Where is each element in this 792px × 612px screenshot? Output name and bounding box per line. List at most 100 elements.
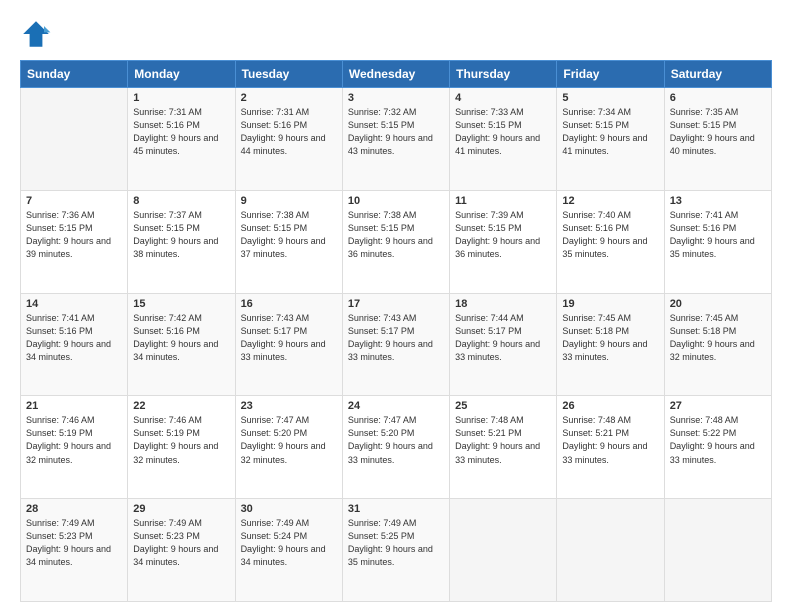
cell-content: Sunrise: 7:31 AMSunset: 5:16 PMDaylight:… [133, 106, 229, 158]
day-number: 12 [562, 195, 658, 207]
cell-content: Sunrise: 7:41 AMSunset: 5:16 PMDaylight:… [670, 209, 766, 261]
calendar-cell: 23 Sunrise: 7:47 AMSunset: 5:20 PMDayligh… [235, 396, 342, 499]
day-number: 4 [455, 92, 551, 104]
day-number: 23 [241, 400, 337, 412]
day-number: 25 [455, 400, 551, 412]
calendar-cell: 9 Sunrise: 7:38 AMSunset: 5:15 PMDaylight… [235, 190, 342, 293]
calendar-cell: 26Sunrise: 7:48 AMSunset: 5:21 PMDayligh… [557, 396, 664, 499]
cell-content: Sunrise: 7:42 AMSunset: 5:16 PMDaylight:… [133, 312, 229, 364]
cell-content: Sunrise: 7:49 AMSunset: 5:24 PMDaylight:… [241, 517, 337, 569]
cell-content: Sunrise: 7:41 AMSunset: 5:16 PMDaylight:… [26, 312, 122, 364]
day-number: 24 [348, 400, 444, 412]
cell-content: Sunrise: 7:37 AMSunset: 5:15 PMDaylight:… [133, 209, 229, 261]
cell-content: Sunrise: 7:48 AMSunset: 5:21 PMDaylight:… [455, 414, 551, 466]
calendar-cell: 13 Sunrise: 7:41 AMSunset: 5:16 PMDayligh… [664, 190, 771, 293]
calendar-week-row: 14 Sunrise: 7:41 AMSunset: 5:16 PMDayligh… [21, 293, 772, 396]
cell-content: Sunrise: 7:36 AMSunset: 5:15 PMDaylight:… [26, 209, 122, 261]
day-number: 29 [133, 503, 229, 515]
cell-content: Sunrise: 7:46 AMSunset: 5:19 PMDaylight:… [26, 414, 122, 466]
calendar-cell: 12 Sunrise: 7:40 AMSunset: 5:16 PMDayligh… [557, 190, 664, 293]
cell-content: Sunrise: 7:46 AMSunset: 5:19 PMDaylight:… [133, 414, 229, 466]
day-number: 30 [241, 503, 337, 515]
day-number: 5 [562, 92, 658, 104]
cell-content: Sunrise: 7:33 AMSunset: 5:15 PMDaylight:… [455, 106, 551, 158]
calendar-cell: 19Sunrise: 7:45 AMSunset: 5:18 PMDayligh… [557, 293, 664, 396]
calendar-cell: 16Sunrise: 7:43 AMSunset: 5:17 PMDayligh… [235, 293, 342, 396]
day-number: 9 [241, 195, 337, 207]
calendar-cell: 4 Sunrise: 7:33 AMSunset: 5:15 PMDaylight… [450, 88, 557, 191]
calendar-cell: 10 Sunrise: 7:38 AMSunset: 5:15 PMDayligh… [342, 190, 449, 293]
calendar-cell [450, 499, 557, 602]
day-number: 14 [26, 298, 122, 310]
calendar-cell [557, 499, 664, 602]
cell-content: Sunrise: 7:47 AMSunset: 5:20 PMDaylight:… [241, 414, 337, 466]
calendar-cell: 17Sunrise: 7:43 AMSunset: 5:17 PMDayligh… [342, 293, 449, 396]
calendar-cell: 30 Sunrise: 7:49 AMSunset: 5:24 PMDayligh… [235, 499, 342, 602]
calendar-week-row: 1 Sunrise: 7:31 AMSunset: 5:16 PMDaylight… [21, 88, 772, 191]
day-number: 22 [133, 400, 229, 412]
calendar-cell: 18Sunrise: 7:44 AMSunset: 5:17 PMDayligh… [450, 293, 557, 396]
day-number: 2 [241, 92, 337, 104]
cell-content: Sunrise: 7:47 AMSunset: 5:20 PMDaylight:… [348, 414, 444, 466]
calendar-cell: 8 Sunrise: 7:37 AMSunset: 5:15 PMDaylight… [128, 190, 235, 293]
day-number: 3 [348, 92, 444, 104]
cell-content: Sunrise: 7:49 AMSunset: 5:25 PMDaylight:… [348, 517, 444, 569]
header [20, 18, 772, 50]
cell-content: Sunrise: 7:32 AMSunset: 5:15 PMDaylight:… [348, 106, 444, 158]
calendar-cell: 28 Sunrise: 7:49 AMSunset: 5:23 PMDayligh… [21, 499, 128, 602]
calendar-cell: 20Sunrise: 7:45 AMSunset: 5:18 PMDayligh… [664, 293, 771, 396]
calendar-cell: 2 Sunrise: 7:31 AMSunset: 5:16 PMDaylight… [235, 88, 342, 191]
day-number: 6 [670, 92, 766, 104]
cell-content: Sunrise: 7:49 AMSunset: 5:23 PMDaylight:… [133, 517, 229, 569]
calendar-cell: 6 Sunrise: 7:35 AMSunset: 5:15 PMDaylight… [664, 88, 771, 191]
calendar-cell: 27Sunrise: 7:48 AMSunset: 5:22 PMDayligh… [664, 396, 771, 499]
calendar-week-row: 7 Sunrise: 7:36 AMSunset: 5:15 PMDaylight… [21, 190, 772, 293]
cell-content: Sunrise: 7:39 AMSunset: 5:15 PMDaylight:… [455, 209, 551, 261]
day-number: 27 [670, 400, 766, 412]
day-number: 8 [133, 195, 229, 207]
calendar-cell: 5 Sunrise: 7:34 AMSunset: 5:15 PMDaylight… [557, 88, 664, 191]
cell-content: Sunrise: 7:31 AMSunset: 5:16 PMDaylight:… [241, 106, 337, 158]
weekday-header: Friday [557, 61, 664, 88]
calendar-cell: 1 Sunrise: 7:31 AMSunset: 5:16 PMDaylight… [128, 88, 235, 191]
calendar-cell: 3 Sunrise: 7:32 AMSunset: 5:15 PMDaylight… [342, 88, 449, 191]
calendar-cell [664, 499, 771, 602]
logo-icon [20, 18, 52, 50]
day-number: 20 [670, 298, 766, 310]
cell-content: Sunrise: 7:43 AMSunset: 5:17 PMDaylight:… [348, 312, 444, 364]
cell-content: Sunrise: 7:38 AMSunset: 5:15 PMDaylight:… [348, 209, 444, 261]
cell-content: Sunrise: 7:38 AMSunset: 5:15 PMDaylight:… [241, 209, 337, 261]
day-number: 10 [348, 195, 444, 207]
cell-content: Sunrise: 7:49 AMSunset: 5:23 PMDaylight:… [26, 517, 122, 569]
calendar-week-row: 21 Sunrise: 7:46 AMSunset: 5:19 PMDayligh… [21, 396, 772, 499]
cell-content: Sunrise: 7:40 AMSunset: 5:16 PMDaylight:… [562, 209, 658, 261]
weekday-header: Sunday [21, 61, 128, 88]
day-number: 11 [455, 195, 551, 207]
weekday-header: Thursday [450, 61, 557, 88]
calendar-header-row: SundayMondayTuesdayWednesdayThursdayFrid… [21, 61, 772, 88]
cell-content: Sunrise: 7:44 AMSunset: 5:17 PMDaylight:… [455, 312, 551, 364]
calendar-cell: 24 Sunrise: 7:47 AMSunset: 5:20 PMDayligh… [342, 396, 449, 499]
cell-content: Sunrise: 7:34 AMSunset: 5:15 PMDaylight:… [562, 106, 658, 158]
calendar-cell: 22 Sunrise: 7:46 AMSunset: 5:19 PMDayligh… [128, 396, 235, 499]
day-number: 28 [26, 503, 122, 515]
weekday-header: Tuesday [235, 61, 342, 88]
cell-content: Sunrise: 7:48 AMSunset: 5:21 PMDaylight:… [562, 414, 658, 466]
day-number: 7 [26, 195, 122, 207]
calendar-cell: 7 Sunrise: 7:36 AMSunset: 5:15 PMDaylight… [21, 190, 128, 293]
calendar-cell: 11 Sunrise: 7:39 AMSunset: 5:15 PMDayligh… [450, 190, 557, 293]
day-number: 19 [562, 298, 658, 310]
weekday-header: Monday [128, 61, 235, 88]
day-number: 13 [670, 195, 766, 207]
cell-content: Sunrise: 7:35 AMSunset: 5:15 PMDaylight:… [670, 106, 766, 158]
calendar-cell: 25 Sunrise: 7:48 AMSunset: 5:21 PMDayligh… [450, 396, 557, 499]
day-number: 16 [241, 298, 337, 310]
calendar-cell: 15 Sunrise: 7:42 AMSunset: 5:16 PMDayligh… [128, 293, 235, 396]
calendar-body: 1 Sunrise: 7:31 AMSunset: 5:16 PMDaylight… [21, 88, 772, 602]
calendar-cell: 29 Sunrise: 7:49 AMSunset: 5:23 PMDayligh… [128, 499, 235, 602]
calendar-week-row: 28 Sunrise: 7:49 AMSunset: 5:23 PMDayligh… [21, 499, 772, 602]
calendar-cell: 31Sunrise: 7:49 AMSunset: 5:25 PMDayligh… [342, 499, 449, 602]
day-number: 15 [133, 298, 229, 310]
day-number: 1 [133, 92, 229, 104]
day-number: 21 [26, 400, 122, 412]
